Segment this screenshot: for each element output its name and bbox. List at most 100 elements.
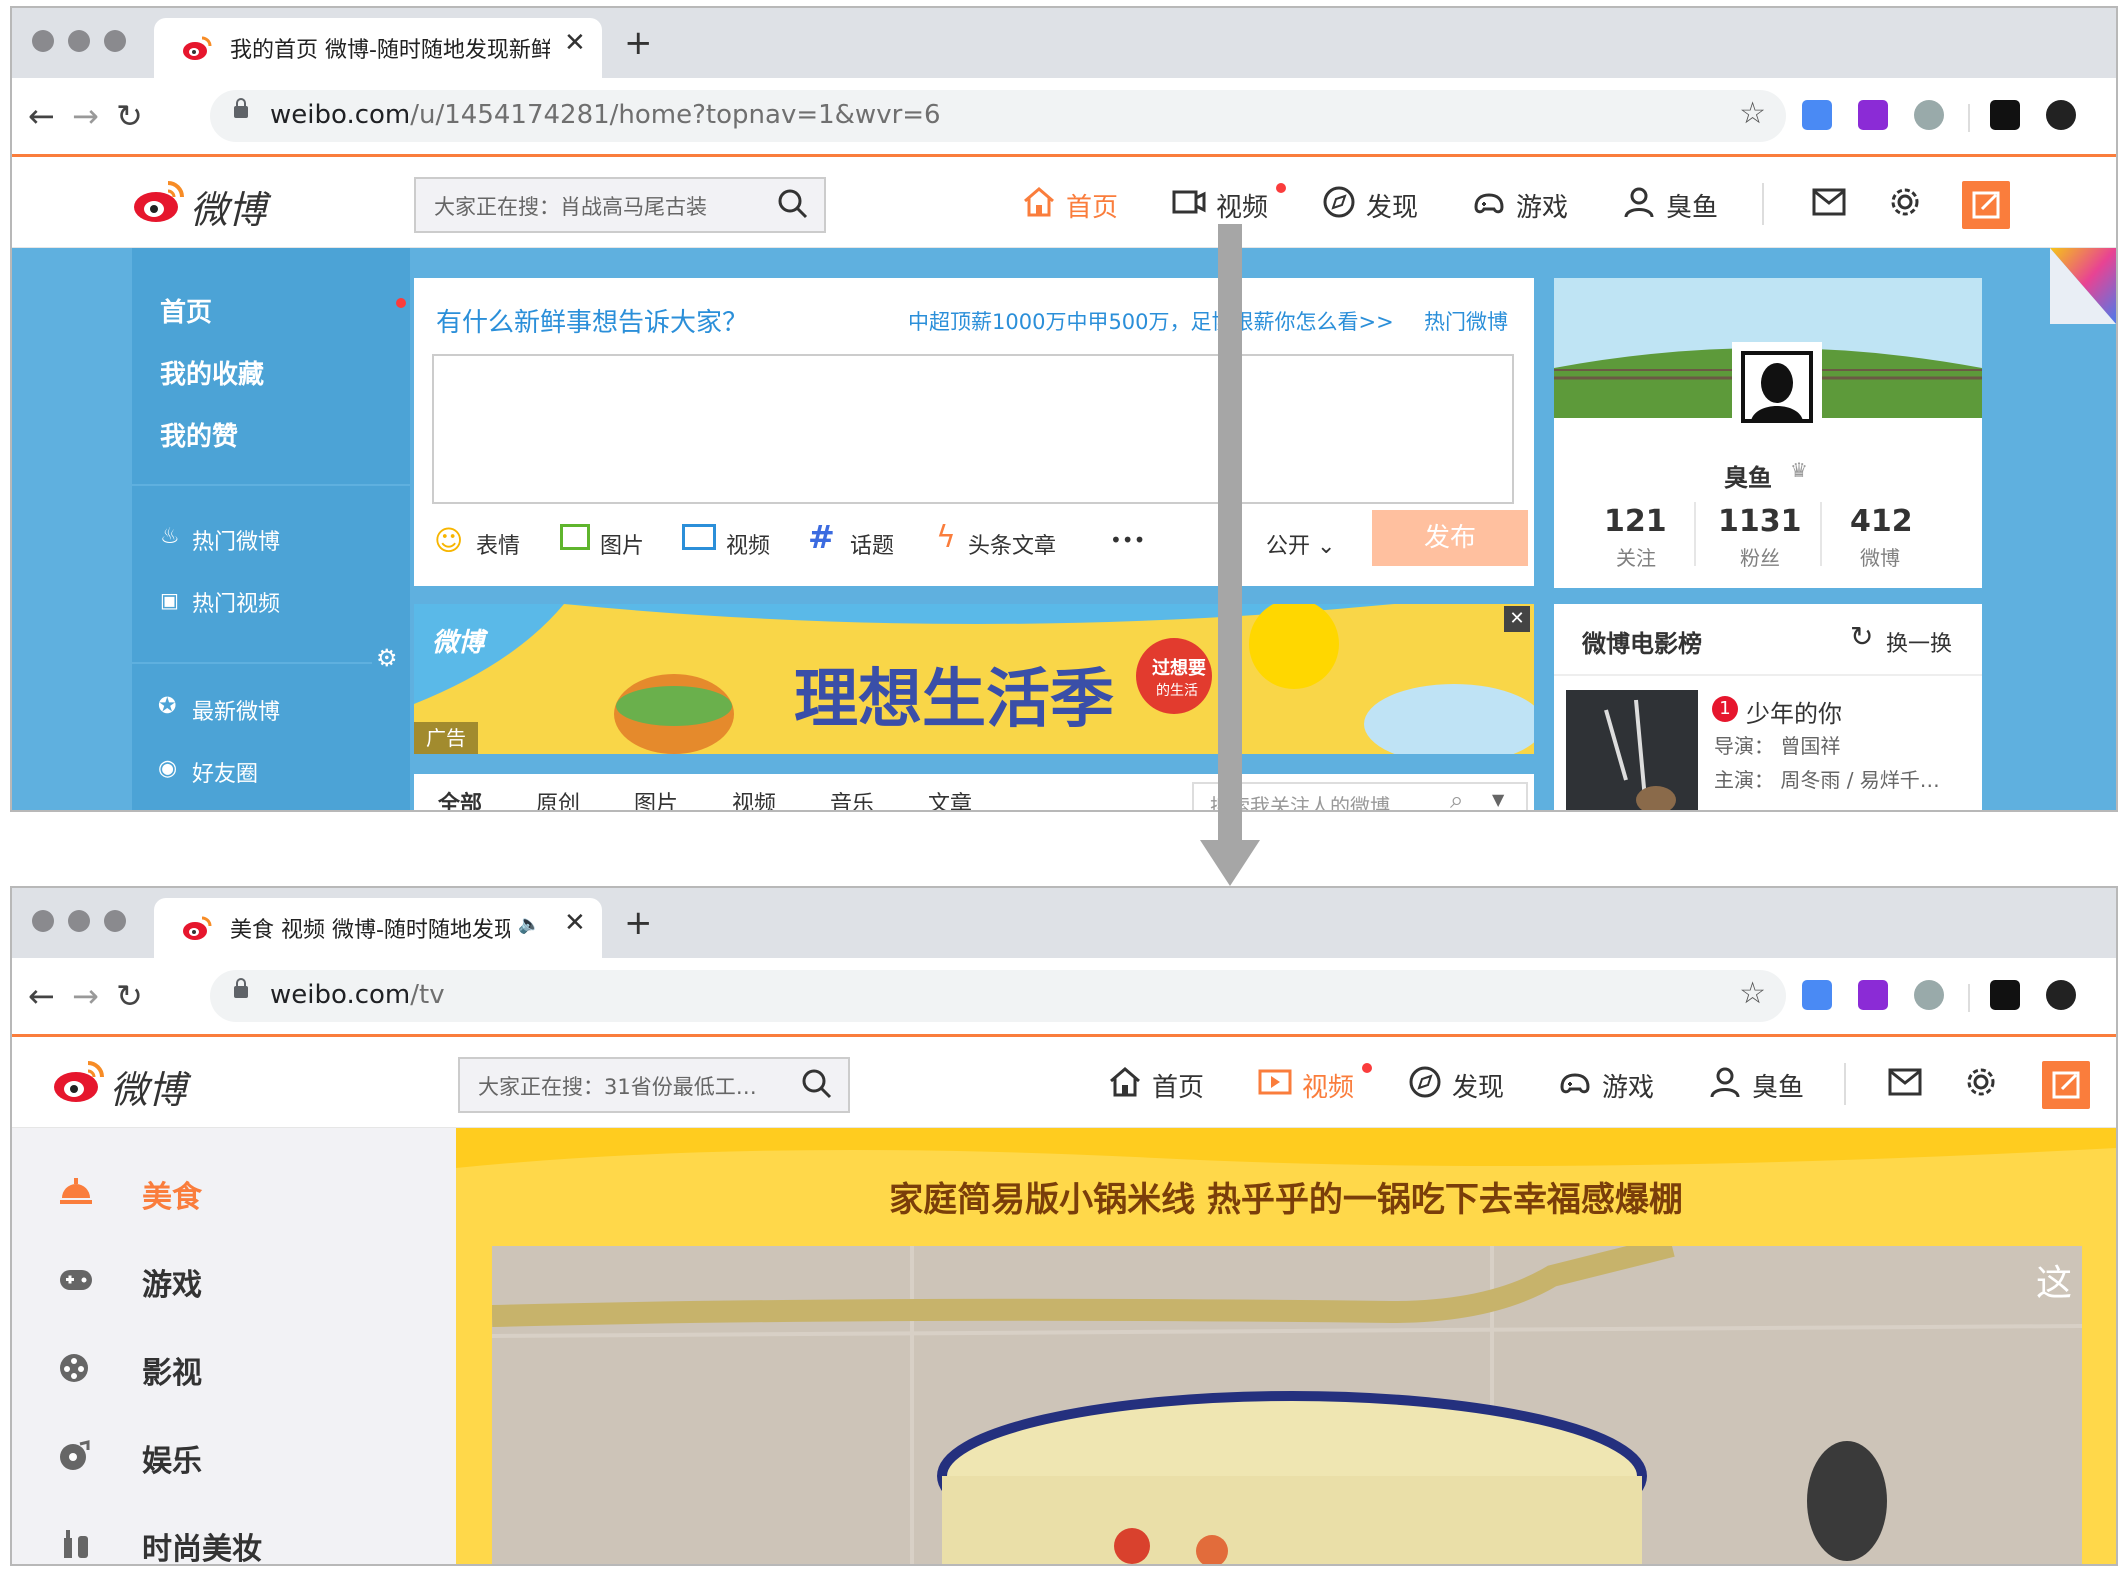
feed-tab-article[interactable]: 文章	[928, 786, 972, 810]
url-text[interactable]: weibo.com/u/1454174281/home?topnav=1&wvr…	[270, 100, 941, 130]
movie-poster[interactable]	[1566, 690, 1698, 810]
audio-playing-icon[interactable]: 🔈	[518, 914, 540, 935]
sidebar-item-favorites[interactable]: 我的收藏	[160, 354, 264, 391]
film-extension-icon[interactable]	[1914, 980, 1944, 1010]
maximize-window-dot[interactable]	[104, 910, 126, 932]
video-player[interactable]: 这	[492, 1246, 2082, 1564]
new-tab-button[interactable]: +	[624, 906, 653, 940]
feed-tab-music[interactable]: 音乐	[830, 786, 874, 810]
search-input[interactable]: 大家正在搜：31省份最低工…	[458, 1057, 850, 1113]
skin-corner-decoration[interactable]	[2050, 248, 2116, 324]
stat-divider	[1820, 502, 1822, 566]
movie-name[interactable]: 少年的你	[1746, 694, 1842, 729]
search-input[interactable]: 大家正在搜：肖战高马尾古装	[414, 177, 826, 233]
browser-tab-active[interactable]: 美食 视频 微博-随时随地发现 🔈 ✕	[154, 898, 602, 958]
publisher-textarea[interactable]	[432, 354, 1514, 504]
url-text[interactable]: weibo.com/tv	[270, 980, 445, 1010]
stat-followers-value[interactable]: 1131	[1718, 504, 1802, 539]
category-label: 美食	[142, 1180, 202, 1215]
feed-search-icon[interactable]: ⌕	[1450, 786, 1463, 810]
profile-extension-icon[interactable]	[1990, 980, 2020, 1010]
minimize-window-dot[interactable]	[68, 30, 90, 52]
minimize-window-dot[interactable]	[68, 910, 90, 932]
video-title[interactable]: 家庭简易版小锅米线 热乎乎的一锅吃下去幸福感爆棚	[456, 1172, 2116, 1221]
bookmark-star-icon[interactable]: ☆	[1739, 976, 1766, 1011]
forward-icon[interactable]: →	[72, 96, 99, 136]
profile-name[interactable]: 臭鱼	[1724, 458, 1772, 493]
maximize-window-dot[interactable]	[104, 30, 126, 52]
hot-weibo-link[interactable]: 热门微博	[1424, 306, 1508, 336]
tool-emoji[interactable]: 表情	[476, 528, 520, 560]
settings-gear-icon[interactable]	[1964, 1065, 1998, 1099]
publish-button[interactable]: 发布	[1372, 510, 1528, 566]
profile-extension-icon[interactable]	[1990, 100, 2020, 130]
sidebar-item-home[interactable]: 首页	[160, 292, 212, 329]
lightning-icon[interactable]: ϟ	[936, 520, 956, 555]
compose-button[interactable]	[1962, 181, 2010, 229]
refresh-link[interactable]: 换一换	[1886, 626, 1952, 658]
back-icon[interactable]: ←	[28, 96, 55, 136]
movie-cast: 主演： 周冬雨 / 易烊千…	[1714, 768, 1940, 792]
reload-icon[interactable]: ↻	[116, 976, 143, 1016]
video-tool-icon[interactable]	[682, 524, 716, 550]
more-tools-icon[interactable]: •••	[1110, 528, 1145, 552]
stat-weibo-value[interactable]: 412	[1850, 504, 1913, 539]
sidebar-item-hot-weibo[interactable]: 热门微博	[192, 524, 280, 556]
back-icon[interactable]: ←	[28, 976, 55, 1016]
topic-hash-icon[interactable]: #	[808, 518, 835, 556]
compose-button[interactable]	[2042, 1061, 2090, 1109]
browser-tab-active[interactable]: 我的首页 微博-随时随地发现新鲜事 ✕	[154, 18, 602, 78]
avatar[interactable]	[1732, 342, 1822, 432]
tool-topic[interactable]: 话题	[850, 528, 894, 560]
sidebar-item-latest[interactable]: 最新微博	[192, 694, 280, 726]
close-window-dot[interactable]	[32, 910, 54, 932]
tab-close-icon[interactable]: ✕	[564, 908, 586, 938]
feed-tab-original[interactable]: 原创	[536, 786, 580, 810]
video-icon	[1258, 1069, 1292, 1095]
ad-banner[interactable]: 微博 理想生活季 过想要 的生活 广告 ✕	[414, 604, 1534, 754]
upload-extension-icon[interactable]	[2046, 980, 2076, 1010]
film-extension-icon[interactable]	[1914, 100, 1944, 130]
omnibox[interactable]: weibo.com/u/1454174281/home?topnav=1&wvr…	[210, 90, 1786, 142]
ad-tag: 广告	[414, 722, 478, 754]
sidebar-item-hot-video[interactable]: 热门视频	[192, 586, 280, 618]
settings-gear-icon[interactable]	[1888, 185, 1922, 219]
feed-tab-video[interactable]: 视频	[732, 786, 776, 810]
omnibox[interactable]: weibo.com/tv ☆	[210, 970, 1786, 1022]
bookmark-star-icon[interactable]: ☆	[1739, 96, 1766, 131]
video-notification-dot	[1362, 1063, 1372, 1073]
feed-tab-image[interactable]: 图片	[634, 786, 678, 810]
tab-close-icon[interactable]: ✕	[564, 28, 586, 58]
emoji-icon[interactable]: ☺	[434, 524, 463, 557]
hot-topic-link[interactable]: 中超顶薪1000万中甲500万，足协限薪你怎么看>>	[908, 306, 1394, 336]
search-icon[interactable]	[776, 187, 810, 221]
feed-tab-all[interactable]: 全部	[438, 786, 482, 810]
rp-extension-icon[interactable]	[1858, 980, 1888, 1010]
sidebar-settings-icon[interactable]: ⚙	[376, 644, 398, 672]
translate-extension-icon[interactable]	[1802, 100, 1832, 130]
rp-extension-icon[interactable]	[1858, 100, 1888, 130]
upload-extension-icon[interactable]	[2046, 100, 2076, 130]
ad-close-icon[interactable]: ✕	[1504, 606, 1530, 632]
stat-following-value[interactable]: 121	[1604, 504, 1667, 539]
image-icon[interactable]	[560, 524, 590, 550]
sidebar-item-likes[interactable]: 我的赞	[160, 416, 238, 453]
translate-extension-icon[interactable]	[1802, 980, 1832, 1010]
refresh-icon[interactable]: ↻	[1850, 620, 1873, 653]
tool-article[interactable]: 头条文章	[968, 528, 1056, 560]
search-placeholder: 大家正在搜：31省份最低工…	[478, 1075, 757, 1099]
tab-bar: 我的首页 微博-随时随地发现新鲜事 ✕ +	[12, 8, 2116, 78]
close-window-dot[interactable]	[32, 30, 54, 52]
tool-video[interactable]: 视频	[726, 528, 770, 560]
feed-search-dropdown-icon[interactable]: ▼	[1492, 790, 1504, 809]
forward-icon[interactable]: →	[72, 976, 99, 1016]
mail-icon[interactable]	[1812, 187, 1846, 217]
tool-image[interactable]: 图片	[600, 528, 644, 560]
mail-icon[interactable]	[1888, 1067, 1922, 1097]
sidebar-item-friends[interactable]: 好友圈	[192, 756, 258, 788]
search-icon[interactable]	[800, 1067, 834, 1101]
privacy-select[interactable]: 公开 ⌄	[1266, 528, 1335, 560]
reload-icon[interactable]: ↻	[116, 96, 143, 136]
new-tab-button[interactable]: +	[624, 26, 653, 60]
feed-search-input[interactable]: 搜索我关注人的微博 ⌕ ▼	[1192, 782, 1528, 810]
